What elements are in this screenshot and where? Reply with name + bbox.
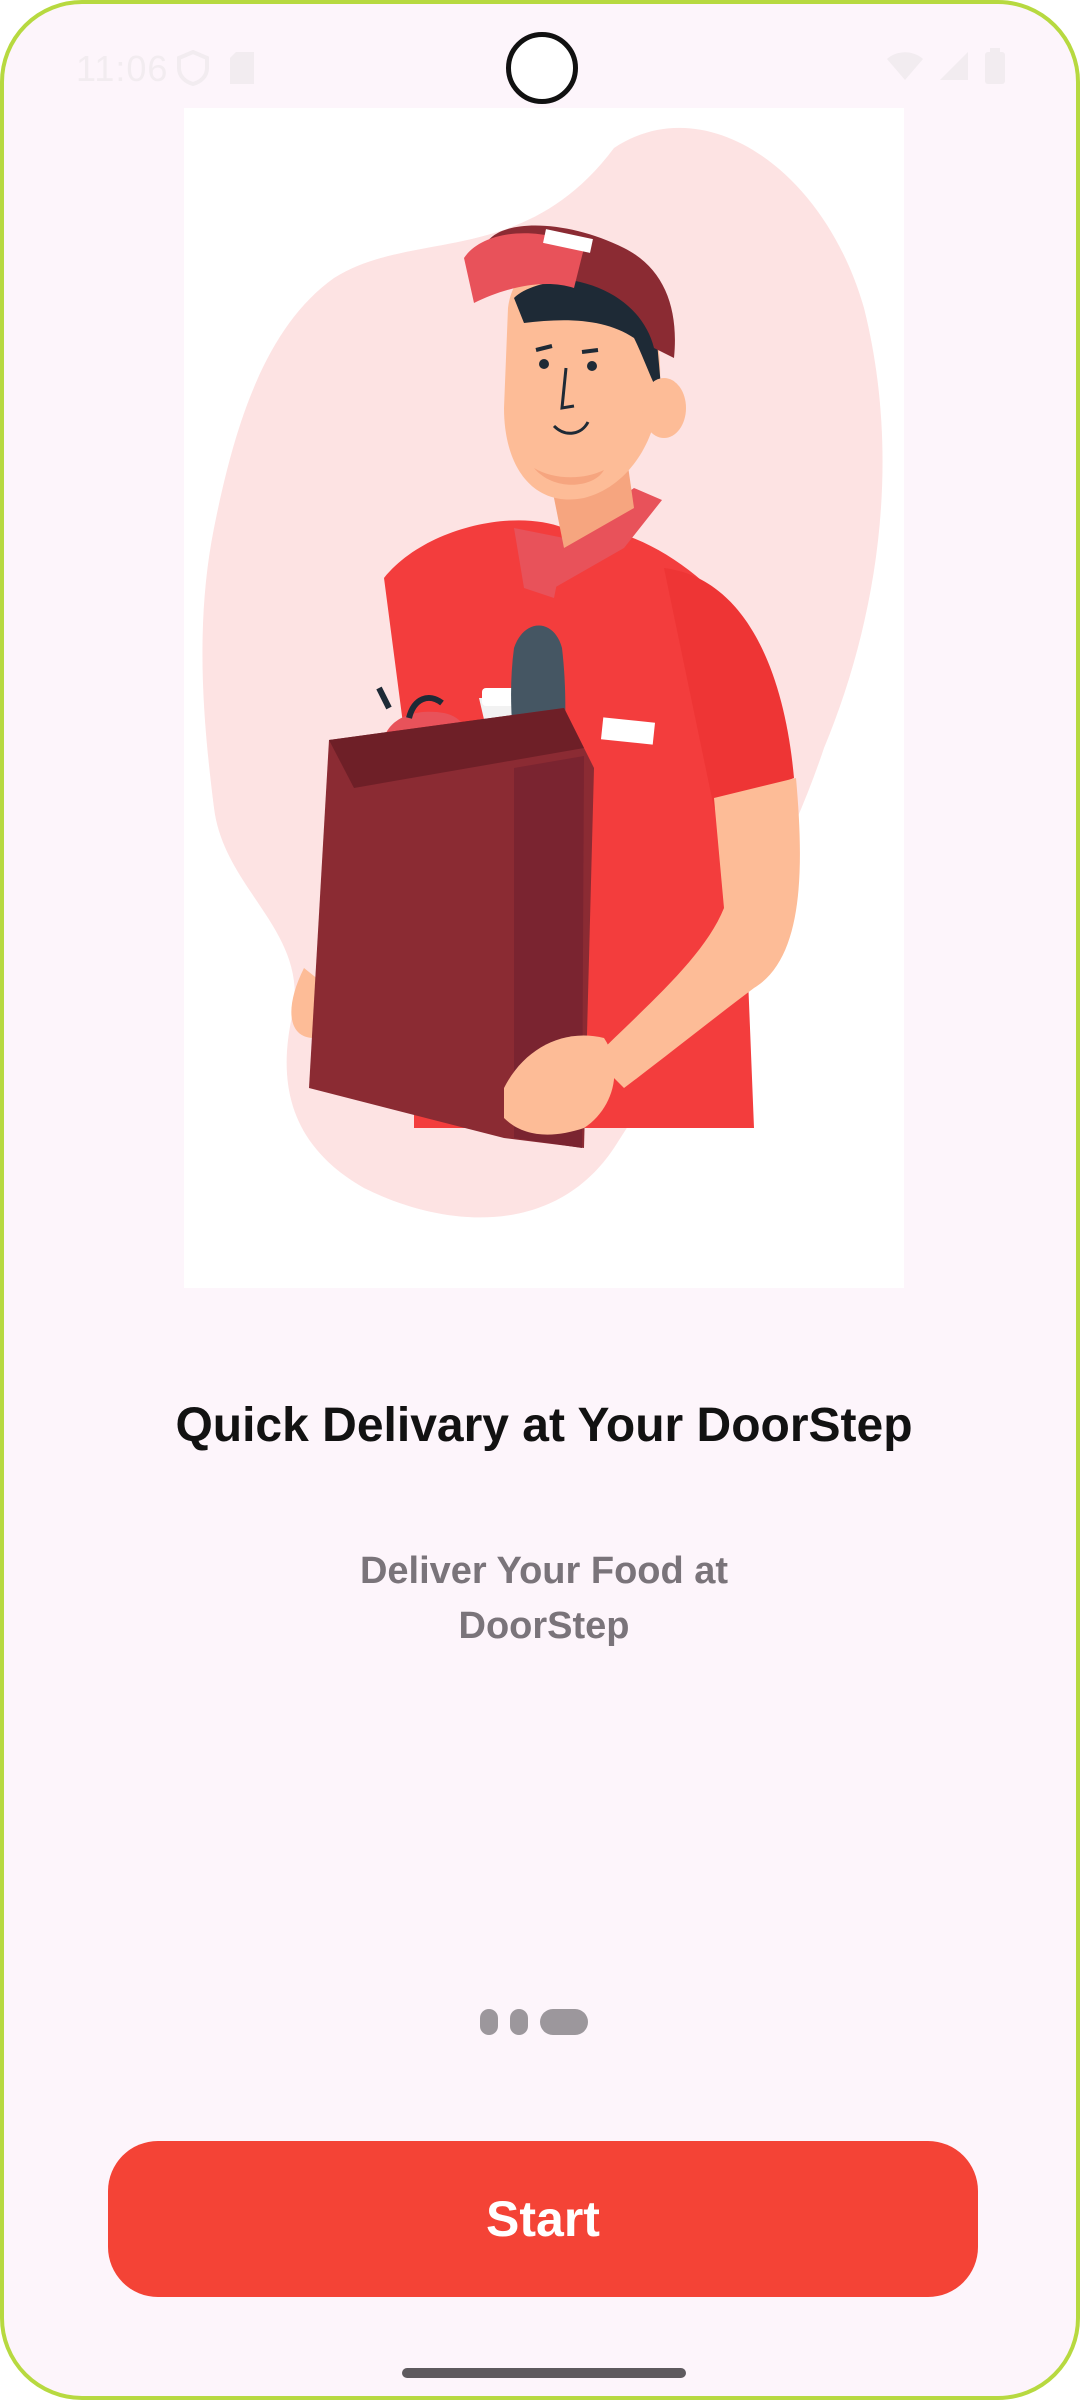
start-button[interactable]: Start xyxy=(108,2141,978,2297)
page-dot-1[interactable] xyxy=(480,2009,498,2035)
page-dot-2[interactable] xyxy=(510,2009,528,2035)
camera-cutout xyxy=(506,32,578,104)
status-left-icons xyxy=(176,49,256,91)
onboarding-subtitle: Deliver Your Food at DoorStep xyxy=(359,1550,729,1647)
sim-card-icon xyxy=(228,50,256,91)
status-time: 11:06 xyxy=(76,48,169,89)
delivery-person-illustration xyxy=(184,108,904,1288)
page-dot-3-active[interactable] xyxy=(540,2009,588,2035)
page-indicator xyxy=(480,2009,588,2035)
onboarding-title: Quick Delivary at Your DoorStep xyxy=(175,1399,913,1452)
signal-icon xyxy=(938,50,970,87)
status-right-icons xyxy=(886,48,1006,89)
phone-screen: 11:06 Quick Delivary at Your DoorStep De… xyxy=(0,0,1080,2400)
wifi-icon xyxy=(886,50,924,87)
home-indicator[interactable] xyxy=(402,2368,686,2378)
battery-icon xyxy=(984,48,1006,89)
shield-icon xyxy=(176,49,210,91)
